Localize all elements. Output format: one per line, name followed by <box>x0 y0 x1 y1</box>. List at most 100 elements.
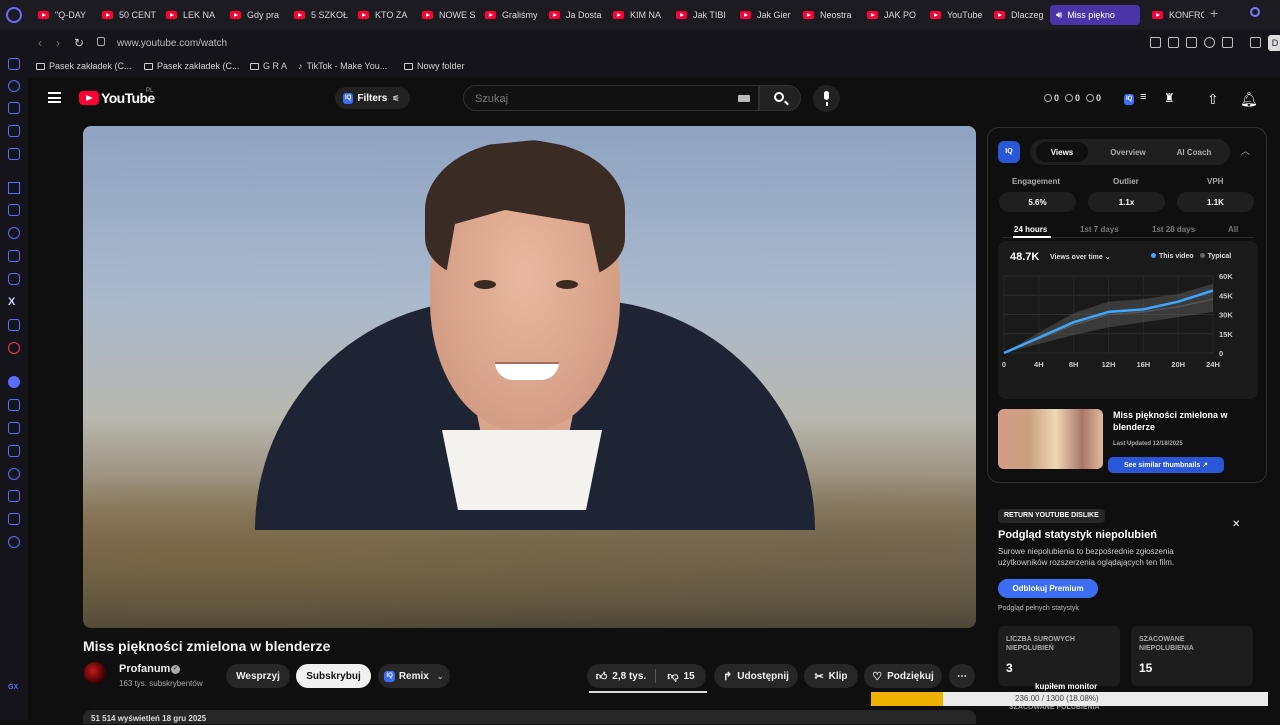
twitch-icon[interactable] <box>8 204 20 216</box>
voice-search-button[interactable] <box>813 85 840 112</box>
unlock-premium-button[interactable]: Odblokuj Premium <box>998 579 1098 598</box>
browser-tab[interactable]: LEK NA <box>166 6 224 24</box>
channel-name[interactable]: Profanum <box>119 663 170 675</box>
dislike-button[interactable]: 👎︎ 15 <box>656 664 706 688</box>
telegram-icon[interactable] <box>8 250 20 262</box>
new-tab-button[interactable]: + <box>1210 5 1218 21</box>
browser-tab[interactable]: 🔊︎ Miss piękno <box>1050 5 1140 25</box>
video-thumbnail[interactable] <box>998 409 1103 469</box>
back-icon[interactable]: ‹ <box>38 36 42 50</box>
app-launcher-icon[interactable] <box>8 182 20 194</box>
list-icon[interactable]: ≡ <box>1140 91 1146 103</box>
bookmark-item[interactable]: Pasek zakładek (C... <box>36 61 132 71</box>
mail-icon[interactable] <box>8 148 20 160</box>
full-stats-link[interactable]: Podgląd pełnych statystyk <box>998 605 1079 612</box>
see-similar-thumbnails-button[interactable]: See similar thumbnails ↗ <box>1108 457 1224 473</box>
spotify-icon[interactable] <box>8 376 20 388</box>
user-icon[interactable] <box>8 102 20 114</box>
download-icon[interactable] <box>8 490 20 502</box>
snapshot-icon[interactable] <box>1168 37 1179 48</box>
bell-icon[interactable]: 🔔︎ <box>1240 91 1258 108</box>
x-icon[interactable]: X <box>8 296 20 308</box>
thanks-button[interactable]: ♡ Podziękuj <box>864 664 942 688</box>
browser-tab[interactable]: Graliśmy <box>485 6 543 24</box>
list-icon[interactable] <box>8 445 20 457</box>
trophy-icon[interactable]: ♜ <box>1164 91 1175 105</box>
video-meta[interactable]: 51 514 wyświetleń 18 gru 2025 <box>83 710 976 724</box>
browser-tab[interactable]: KONFRO <box>1152 6 1204 24</box>
bookmark-icon[interactable] <box>1150 37 1161 48</box>
gx-icon[interactable]: GX <box>8 684 20 696</box>
menu-icon[interactable] <box>48 92 61 103</box>
clip-button[interactable]: ✂ Klip <box>804 664 858 688</box>
puzzle-icon[interactable] <box>1250 37 1261 48</box>
adblock-icon[interactable] <box>8 342 20 354</box>
keyboard-icon[interactable] <box>738 95 750 102</box>
overlay-goal-label: kupiłem monitor <box>1035 682 1098 691</box>
tab-overview[interactable]: Overview <box>1098 142 1158 162</box>
url-field[interactable]: www.youtube.com/watch <box>117 38 227 49</box>
browser-tab[interactable]: Dlaczeg <box>994 6 1046 24</box>
views-over-time-dropdown[interactable]: Views over time ⌄ <box>1050 253 1111 261</box>
browser-tab[interactable]: Jak Gier <box>740 6 798 24</box>
history-icon[interactable] <box>8 80 20 92</box>
extensions-icon[interactable] <box>8 513 20 525</box>
browser-tab[interactable]: NOWE S <box>422 6 480 24</box>
browser-tab[interactable]: KTO ZA <box>358 6 416 24</box>
clock-icon[interactable] <box>8 468 20 480</box>
wallet-card-icon[interactable] <box>8 422 20 434</box>
upload-icon[interactable]: ⇧ <box>1207 91 1219 108</box>
share-button[interactable]: ↱ Udostępnij <box>714 664 798 688</box>
browser-tab[interactable]: Gdy pra <box>230 6 288 24</box>
browser-tab[interactable]: Jak TIBI <box>676 6 734 24</box>
support-button[interactable]: Wesprzyj <box>226 664 290 688</box>
close-icon[interactable]: ✕ <box>1232 519 1240 530</box>
browser-tab[interactable]: "Q-DAY <box>38 6 96 24</box>
period-24h[interactable]: 24 hours <box>1014 225 1047 234</box>
browser-tab[interactable]: Ja Dosta <box>549 6 607 24</box>
bookmark-item[interactable]: Nowy folder <box>404 61 465 71</box>
wallet-icon[interactable] <box>8 125 20 137</box>
browser-tab[interactable]: YouTube <box>930 6 988 24</box>
shield-icon[interactable] <box>1186 37 1197 48</box>
channel-avatar[interactable] <box>84 662 106 684</box>
filters-button[interactable]: IQ Filters ⚟ <box>335 87 410 109</box>
chevron-down-icon: ⌄ <box>436 671 444 681</box>
remix-button[interactable]: IQ Remix ⌄ <box>378 664 450 688</box>
subscribe-button[interactable]: Subskrybuj <box>296 664 371 688</box>
bookmark-item[interactable]: G R A <box>250 61 287 71</box>
play-icon[interactable] <box>8 399 20 411</box>
profile-avatar[interactable]: D <box>1268 35 1280 51</box>
search-button[interactable] <box>759 85 801 111</box>
period-7d[interactable]: 1st 7 days <box>1080 225 1119 234</box>
period-all[interactable]: All <box>1228 225 1238 234</box>
vidiq-icon[interactable]: IQ <box>1124 94 1135 105</box>
tab-views[interactable]: Views <box>1036 142 1088 162</box>
header-stat-value: 0 <box>1096 93 1102 103</box>
sidebar-app-icon[interactable] <box>8 58 20 70</box>
reload-icon[interactable]: ↻ <box>74 36 84 50</box>
bookmark-item[interactable]: ♪ TikTok - Make You... <box>298 61 387 71</box>
period-28d[interactable]: 1st 28 days <box>1152 225 1195 234</box>
browser-tab[interactable]: Neostra <box>803 6 861 24</box>
browser-tab[interactable]: 50 CENT <box>102 6 160 24</box>
bookmark-item[interactable]: Pasek zakładek (C... <box>144 61 240 71</box>
search-input[interactable] <box>475 92 715 106</box>
more-actions-button[interactable]: ⋯ <box>949 664 975 688</box>
youtube-logo-icon[interactable] <box>79 91 99 105</box>
browser-tab[interactable]: JAK PO <box>867 6 925 24</box>
forward-icon[interactable]: › <box>56 36 60 50</box>
discord-icon[interactable] <box>8 319 20 331</box>
browser-logo-icon[interactable] <box>6 7 22 23</box>
chevron-up-icon[interactable]: ︿ <box>1241 144 1250 157</box>
messenger-icon[interactable] <box>8 227 20 239</box>
like-button[interactable]: 👍︎ 2,8 tys. <box>587 664 655 688</box>
browser-tab[interactable]: KIM NA <box>613 6 671 24</box>
heart-icon[interactable] <box>1222 37 1233 48</box>
player-icon[interactable] <box>1204 37 1215 48</box>
browser-tab[interactable]: 5 SZKOŁ <box>294 6 352 24</box>
instagram-icon[interactable] <box>8 273 20 285</box>
tab-search-icon[interactable] <box>1250 7 1260 17</box>
settings-gear-icon[interactable] <box>8 536 20 548</box>
tab-ai-coach[interactable]: AI Coach <box>1164 142 1224 162</box>
